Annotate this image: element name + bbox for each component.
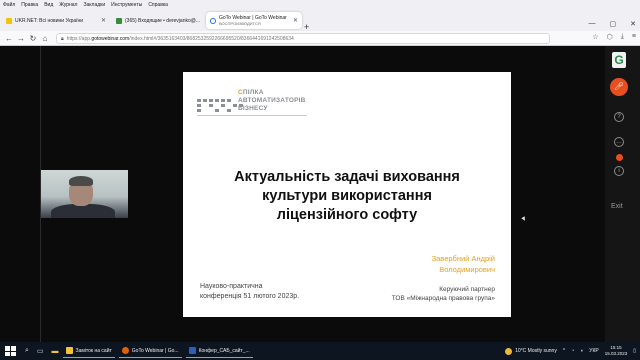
slide-title-line: ліцензійного софту bbox=[276, 207, 418, 223]
webinar-stage: СПІЛКА АВТОМАТИЗАТОРІВ БІЗНЕСУ Актуальні… bbox=[0, 46, 640, 342]
hamburger-menu-icon[interactable]: ≡ bbox=[632, 33, 636, 41]
taskbar-app-label: Заміток на сайт bbox=[75, 347, 112, 354]
slide-title-line: культури використання bbox=[262, 188, 432, 204]
home-button[interactable]: ⌂ bbox=[39, 34, 51, 43]
windows-taskbar: ⌕ ▭ ▬ Заміток на сайт GoTo Webinar | Go.… bbox=[0, 342, 640, 360]
logo-text: СПІЛКА АВТОМАТИЗАТОРІВ БІЗНЕСУ bbox=[238, 89, 306, 113]
forward-button[interactable]: → bbox=[15, 34, 27, 43]
logo-line2: АВТОМАТИЗАТОРІВ bbox=[238, 97, 306, 104]
tab-label-group: GoTo Webinar | GoTo Webinar ВОСПРОИЗВОДИ… bbox=[219, 15, 287, 26]
address-bar[interactable]: 🔒︎ https://app. gotowebinar.com/index.htm… bbox=[56, 33, 550, 44]
menu-file[interactable]: Файл bbox=[3, 2, 15, 8]
tab-ukrnet[interactable]: UKR.NET: Всі новини України ✕ bbox=[2, 12, 110, 29]
tab-label: UKR.NET: Всі новини України bbox=[15, 17, 84, 24]
url-path: /index.html#/3635163403/8682532592266695… bbox=[129, 35, 294, 42]
navigation-bar: ← → ↻ ⌂ 🔒︎ https://app. gotowebinar.com/i… bbox=[0, 31, 640, 46]
bookmark-star-icon[interactable]: ☆ bbox=[592, 33, 598, 41]
url-domain: gotowebinar.com bbox=[91, 35, 130, 42]
close-window-button[interactable]: ✕ bbox=[630, 20, 636, 28]
tab-playing-label: ВОСПРОИЗВОДИТСЯ bbox=[219, 21, 261, 26]
notifications-icon[interactable]: ▯ bbox=[633, 348, 636, 354]
clock[interactable]: 15:15 15.03.2023 bbox=[605, 345, 628, 357]
tray-chevron-icon[interactable]: ^ bbox=[563, 348, 565, 354]
task-view-icon[interactable]: ▭ bbox=[37, 347, 44, 355]
taskbar-app-firefox[interactable]: GoTo Webinar | Go... bbox=[118, 344, 182, 358]
role-line: Керуючий партнер bbox=[439, 286, 495, 293]
author-name-line: Володимирович bbox=[439, 265, 495, 274]
close-tab-icon[interactable]: ✕ bbox=[97, 17, 106, 24]
volume-icon[interactable]: ◖ bbox=[580, 348, 583, 354]
slide-author: Завербний Андрій Володимирович bbox=[432, 253, 495, 275]
taskbar-app-notes[interactable]: Заміток на сайт bbox=[62, 344, 115, 358]
system-tray: 10°C Mostly sunny ^ ◔ ◖ УКР 15:15 15.03.… bbox=[505, 342, 636, 360]
menu-tools[interactable]: Инструменты bbox=[111, 2, 142, 8]
notification-dot-icon bbox=[616, 154, 623, 161]
network-icon[interactable]: ◔ bbox=[571, 348, 574, 354]
firefox-icon bbox=[121, 347, 129, 354]
mail-favicon-icon bbox=[116, 17, 122, 24]
logo-line1: ПІЛКА bbox=[242, 89, 264, 96]
word-icon bbox=[188, 347, 196, 354]
exit-button[interactable]: Exit bbox=[611, 203, 623, 210]
clock-date: 15.03.2023 bbox=[604, 351, 628, 356]
slide-conference: Науково-практична конференція 51 лютого … bbox=[200, 282, 299, 301]
ukrnet-favicon-icon bbox=[6, 17, 12, 24]
gotowebinar-logo-icon[interactable]: G bbox=[612, 52, 626, 68]
slide-title-line: Актуальність задачі виховання bbox=[234, 169, 460, 185]
menu-bar: Файл Правка Вид Журнал Закладки Инструме… bbox=[0, 0, 640, 9]
sun-icon bbox=[505, 347, 513, 355]
slide-title: Актуальність задачі виховання культури в… bbox=[193, 168, 501, 225]
taskbar-app-label: GoTo Webinar | Go... bbox=[131, 347, 179, 354]
menu-view[interactable]: Вид bbox=[44, 2, 53, 8]
lock-icon: 🔒︎ bbox=[61, 35, 64, 42]
presenter-hair bbox=[69, 176, 93, 186]
microphone-icon[interactable]: 🎤︎ bbox=[610, 78, 628, 96]
presenter-webcam[interactable] bbox=[41, 170, 128, 218]
minimize-button[interactable]: — bbox=[589, 20, 596, 28]
mouse-cursor-icon bbox=[521, 216, 527, 222]
conference-line: конференція 51 лютого 2023р. bbox=[200, 292, 300, 300]
menu-history[interactable]: Журнал bbox=[59, 2, 77, 8]
role-line: ТОВ «Міжнародна правова група» bbox=[391, 294, 495, 302]
webinar-control-panel: G 🎤︎ ? … i Exit bbox=[605, 46, 640, 342]
extensions-icon[interactable]: ⬡ bbox=[607, 33, 613, 41]
start-windows-icon[interactable] bbox=[3, 344, 17, 358]
back-button[interactable]: ← bbox=[3, 34, 15, 43]
weather-text: 10°C Mostly sunny bbox=[515, 348, 557, 354]
downloads-icon[interactable]: ⤓ bbox=[621, 33, 624, 41]
chat-icon[interactable]: … bbox=[614, 137, 624, 147]
tab-label: (365) Входящие • derevjanko@... bbox=[125, 17, 200, 24]
url-prefix: https://app. bbox=[66, 35, 92, 42]
presentation-slide: СПІЛКА АВТОМАТИЗАТОРІВ БІЗНЕСУ Актуальні… bbox=[183, 72, 511, 317]
reload-button[interactable]: ↻ bbox=[27, 34, 39, 43]
search-icon[interactable]: ⌕ bbox=[25, 347, 29, 355]
logo-line3: БІЗНЕСУ bbox=[238, 105, 268, 112]
gotowebinar-favicon-icon bbox=[210, 17, 216, 24]
tab-mail[interactable]: (365) Входящие • derevjanko@... ✕ bbox=[112, 12, 204, 29]
menu-help[interactable]: Справка bbox=[148, 2, 168, 8]
close-tab-icon[interactable]: ✕ bbox=[289, 17, 298, 24]
tab-strip: UKR.NET: Всі новини України ✕ (365) Вход… bbox=[0, 9, 640, 32]
presenter-shoulders bbox=[51, 204, 115, 218]
file-explorer-icon[interactable]: ▬ bbox=[52, 348, 59, 355]
close-tab-icon[interactable]: ✕ bbox=[200, 17, 204, 24]
author-name-line: Завербний Андрій bbox=[431, 254, 495, 263]
maximize-button[interactable]: ▢ bbox=[610, 20, 617, 28]
folder-icon bbox=[65, 347, 73, 354]
info-icon[interactable]: i bbox=[614, 166, 624, 176]
weather-widget[interactable]: 10°C Mostly sunny bbox=[505, 347, 557, 355]
menu-bookmarks[interactable]: Закладки bbox=[83, 2, 105, 8]
window-controls: — ▢ ✕ bbox=[589, 20, 637, 28]
slide-author-role: Керуючий партнер ТОВ «Міжнародна правова… bbox=[392, 286, 495, 303]
tab-gotowebinar[interactable]: GoTo Webinar | GoTo Webinar ВОСПРОИЗВОДИ… bbox=[206, 12, 302, 29]
taskbar-app-label: Конфер_САБ_сайт_... bbox=[198, 347, 250, 354]
taskbar-app-word[interactable]: Конфер_САБ_сайт_... bbox=[185, 344, 253, 358]
toolbar-right: ☆ ⬡ ⤓ ≡ bbox=[592, 33, 636, 41]
help-icon[interactable]: ? bbox=[614, 112, 624, 122]
language-indicator[interactable]: УКР bbox=[589, 348, 598, 354]
conference-line: Науково-практична bbox=[200, 283, 263, 290]
menu-edit[interactable]: Правка bbox=[21, 2, 38, 8]
